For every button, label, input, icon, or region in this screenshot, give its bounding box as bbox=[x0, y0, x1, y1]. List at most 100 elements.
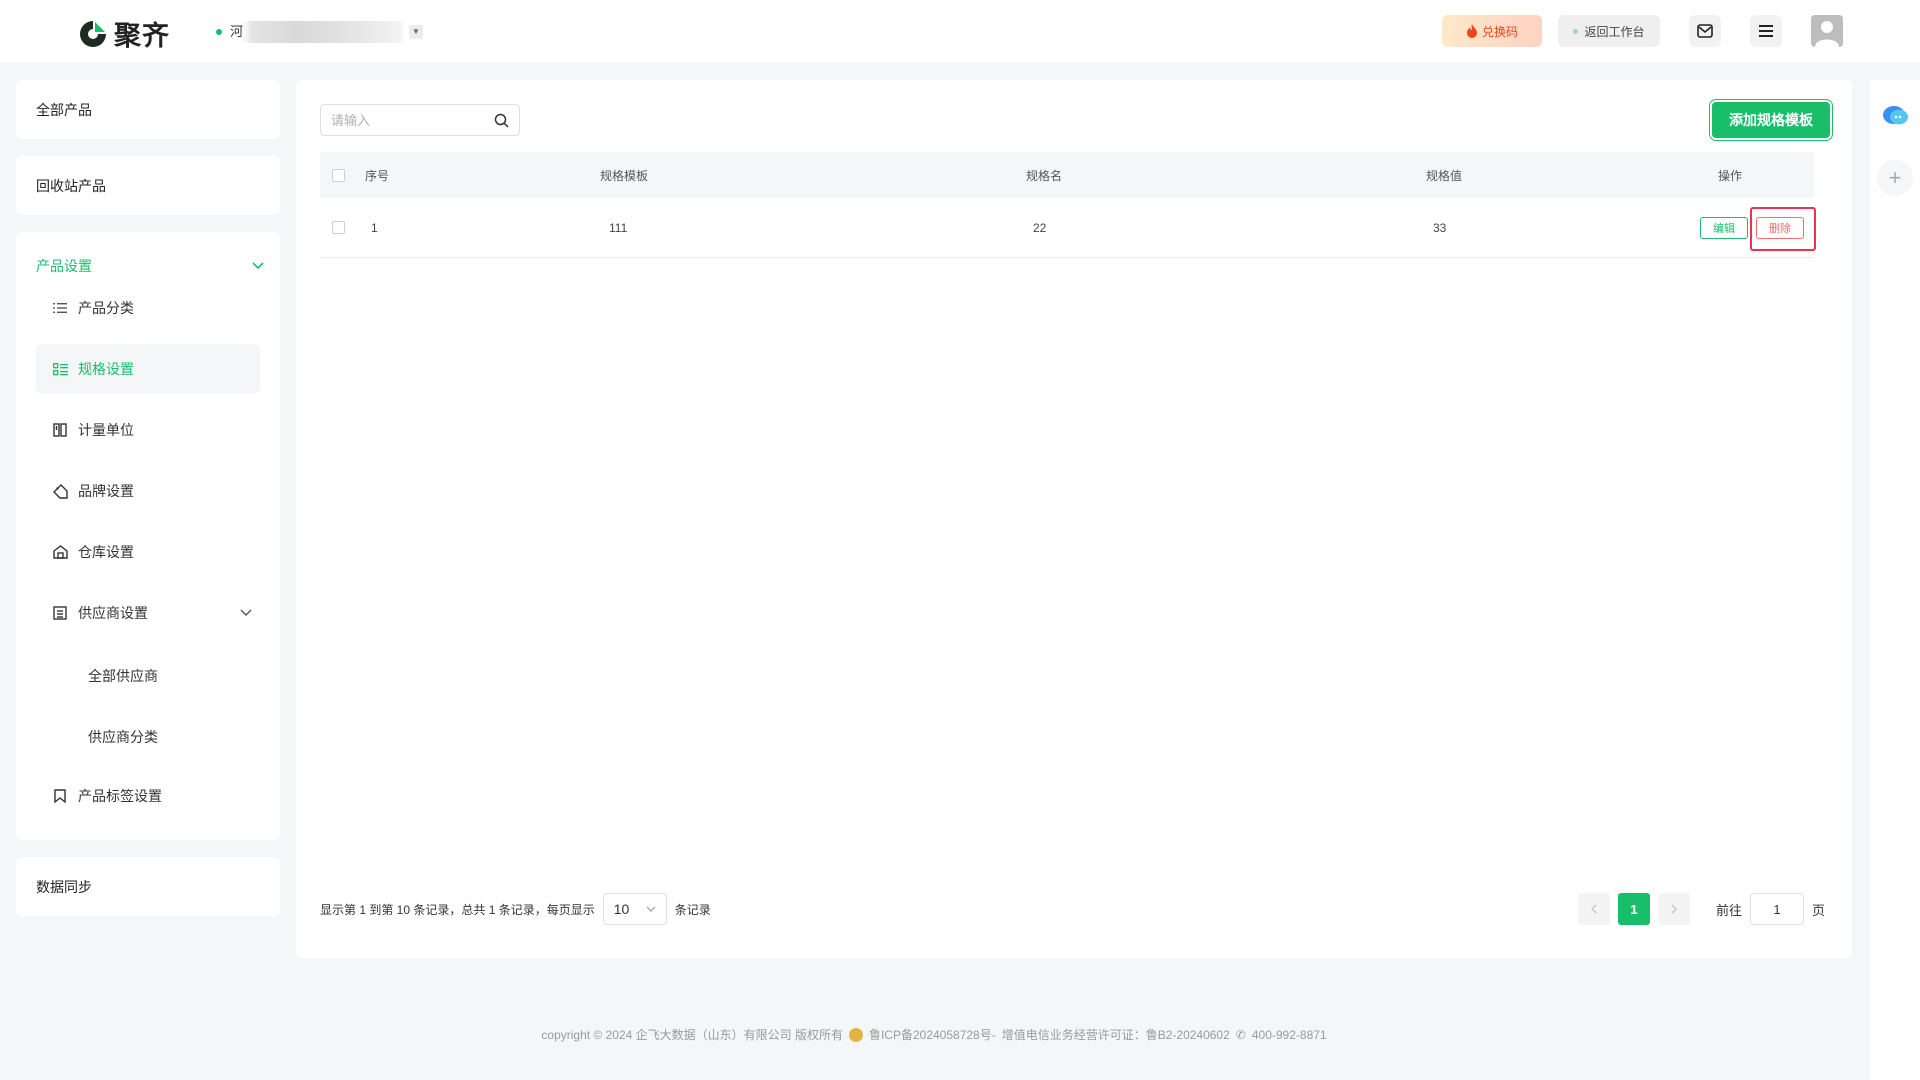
sidebar-item-tag-settings[interactable]: 产品标签设置 bbox=[36, 771, 260, 821]
sidebar-item-label: 仓库设置 bbox=[78, 544, 134, 560]
sidebar-item-product-category[interactable]: 产品分类 bbox=[36, 283, 260, 333]
book-icon bbox=[52, 422, 68, 438]
back-to-workspace-button[interactable]: 返回工作台 bbox=[1558, 15, 1660, 47]
next-page-button[interactable] bbox=[1658, 893, 1690, 925]
prev-page-button[interactable] bbox=[1578, 893, 1610, 925]
caret-down-icon[interactable]: ▼ bbox=[409, 25, 423, 39]
header-template: 规格模板 bbox=[600, 168, 649, 183]
pagination: 1 前往 页 bbox=[1578, 893, 1825, 925]
sidebar-item-label: 数据同步 bbox=[36, 878, 92, 895]
sidebar-item-spec-settings[interactable]: 规格设置 bbox=[36, 344, 260, 394]
sidebar-item-label: 计量单位 bbox=[78, 422, 134, 438]
pagination-summary-text: 显示第 1 到第 10 条记录，总共 1 条记录，每页显示 bbox=[320, 902, 595, 917]
sidebar-item-label: 品牌设置 bbox=[78, 483, 134, 499]
list-icon bbox=[52, 300, 68, 316]
back-to-workspace-label: 返回工作台 bbox=[1584, 24, 1645, 39]
sidebar-subitem-supplier-category[interactable]: 供应商分类 bbox=[88, 727, 158, 747]
header-spec-value: 规格值 bbox=[1426, 168, 1463, 183]
sidebar-item-all-products[interactable]: 全部产品 bbox=[16, 80, 280, 139]
cell-template: 111 bbox=[609, 220, 628, 235]
sidebar-item-brand-settings[interactable]: 品牌设置 bbox=[36, 466, 260, 516]
records-suffix: 条记录 bbox=[674, 902, 711, 917]
tag-icon bbox=[52, 483, 68, 499]
product-settings-menu: 产品设置 产品分类 规格设置 计量单位 品牌设置 仓库设置 供应商设置 全部供应… bbox=[16, 232, 280, 840]
sidebar-item-label: 供应商设置 bbox=[78, 605, 148, 621]
building-icon bbox=[52, 605, 68, 621]
cell-index: 1 bbox=[371, 220, 378, 235]
page-size-value: 10 bbox=[613, 901, 630, 917]
product-settings-toggle[interactable]: 产品设置 bbox=[36, 256, 264, 276]
menu-icon bbox=[1759, 25, 1773, 37]
footer-phone: 400-992-8871 bbox=[1251, 1027, 1327, 1042]
logo-icon bbox=[80, 20, 106, 47]
footer: copyright © 2024 企飞大数据（山东）有限公司 版权所有 鲁ICP… bbox=[0, 1026, 1868, 1043]
goto-page-input[interactable] bbox=[1750, 893, 1805, 925]
footer-copyright: copyright © 2024 企飞大数据（山东）有限公司 版权所有 bbox=[541, 1028, 843, 1042]
sidebar-item-label: 全部产品 bbox=[36, 101, 92, 118]
sidebar-item-label: 产品分类 bbox=[78, 300, 134, 316]
bookmark-icon bbox=[52, 788, 68, 804]
mail-button[interactable] bbox=[1689, 15, 1721, 47]
search-icon[interactable] bbox=[494, 113, 509, 128]
select-all-checkbox[interactable] bbox=[332, 168, 345, 182]
exchange-code-label: 兑换码 bbox=[1481, 24, 1518, 39]
fire-icon bbox=[1466, 24, 1477, 38]
chevron-down-icon bbox=[252, 262, 264, 270]
edit-button[interactable]: 编辑 bbox=[1700, 217, 1748, 239]
spec-list-icon bbox=[52, 361, 68, 377]
table-header: 序号 规格模板 规格名 规格值 操作 bbox=[320, 152, 1814, 198]
delete-button[interactable]: 删除 bbox=[1756, 217, 1804, 239]
sidebar-item-label: 规格设置 bbox=[78, 361, 134, 377]
logo-text: 聚齐 bbox=[114, 21, 170, 51]
page-size-select[interactable]: 10 bbox=[602, 893, 667, 925]
row-checkbox[interactable] bbox=[332, 221, 345, 234]
cell-spec-value: 33 bbox=[1433, 220, 1447, 235]
header-actions: 操作 bbox=[1718, 168, 1743, 183]
chat-icon[interactable] bbox=[1882, 104, 1910, 128]
dot-icon bbox=[1573, 28, 1579, 34]
sidebar-subitem-all-suppliers[interactable]: 全部供应商 bbox=[88, 666, 158, 686]
warehouse-icon bbox=[52, 544, 68, 560]
goto-label: 前往 bbox=[1716, 902, 1743, 918]
page-number[interactable]: 1 bbox=[1618, 893, 1650, 925]
footer-license: 增值电信业务经营许可证：鲁B2-20240602 bbox=[1001, 1028, 1230, 1042]
search-box[interactable] bbox=[320, 104, 520, 136]
chevron-right-icon bbox=[1671, 904, 1677, 914]
sidebar-item-supplier-settings[interactable]: 供应商设置 bbox=[36, 588, 260, 638]
police-badge-icon bbox=[848, 1027, 863, 1042]
chevron-down-icon bbox=[646, 906, 656, 912]
store-name: 河 bbox=[228, 21, 403, 43]
user-avatar-icon bbox=[1811, 15, 1843, 47]
page-suffix: 页 bbox=[1812, 902, 1826, 918]
header-spec-name: 规格名 bbox=[1026, 168, 1063, 183]
chevron-down-icon bbox=[240, 609, 252, 616]
table-row: 1 111 22 33 编辑 删除 bbox=[320, 198, 1816, 258]
avatar[interactable] bbox=[1811, 15, 1843, 47]
sidebar-item-warehouse-settings[interactable]: 仓库设置 bbox=[36, 527, 260, 577]
sidebar-item-recycle-products[interactable]: 回收站产品 bbox=[16, 156, 280, 215]
sidebar-item-data-sync[interactable]: 数据同步 bbox=[16, 857, 280, 916]
sidebar-item-label: 产品标签设置 bbox=[78, 788, 162, 804]
sidebar-item-label: 回收站产品 bbox=[36, 177, 106, 194]
phone-icon: ✆ bbox=[1235, 1027, 1246, 1042]
chevron-left-icon bbox=[1591, 904, 1597, 914]
status-dot bbox=[216, 29, 222, 35]
cell-spec-name: 22 bbox=[1033, 220, 1047, 235]
store-selector[interactable]: 河 ▼ bbox=[216, 21, 423, 43]
mail-icon bbox=[1697, 24, 1713, 38]
main-panel: 添加规格模板 序号 规格模板 规格名 规格值 操作 1 111 22 33 编辑… bbox=[296, 80, 1852, 958]
add-shortcut-button[interactable]: + bbox=[1877, 160, 1913, 196]
footer-icp[interactable]: 鲁ICP备2024058728号- bbox=[869, 1026, 996, 1043]
exchange-code-button[interactable]: 兑换码 bbox=[1442, 15, 1542, 47]
search-input[interactable] bbox=[331, 112, 481, 128]
menu-button[interactable] bbox=[1750, 15, 1782, 47]
pagination-summary: 显示第 1 到第 10 条记录，总共 1 条记录，每页显示 10 条记录 bbox=[320, 893, 711, 925]
top-bar: 聚齐 河 ▼ 兑换码 返回工作台 bbox=[0, 0, 1920, 62]
add-spec-template-button[interactable]: 添加规格模板 bbox=[1712, 102, 1830, 138]
sidebar-item-measure-unit[interactable]: 计量单位 bbox=[36, 405, 260, 455]
menu-group-label: 产品设置 bbox=[36, 258, 92, 274]
header-index: 序号 bbox=[365, 168, 390, 183]
logo[interactable]: 聚齐 bbox=[78, 14, 170, 53]
plus-icon: + bbox=[1888, 165, 1902, 190]
right-rail: + bbox=[1870, 80, 1920, 1080]
